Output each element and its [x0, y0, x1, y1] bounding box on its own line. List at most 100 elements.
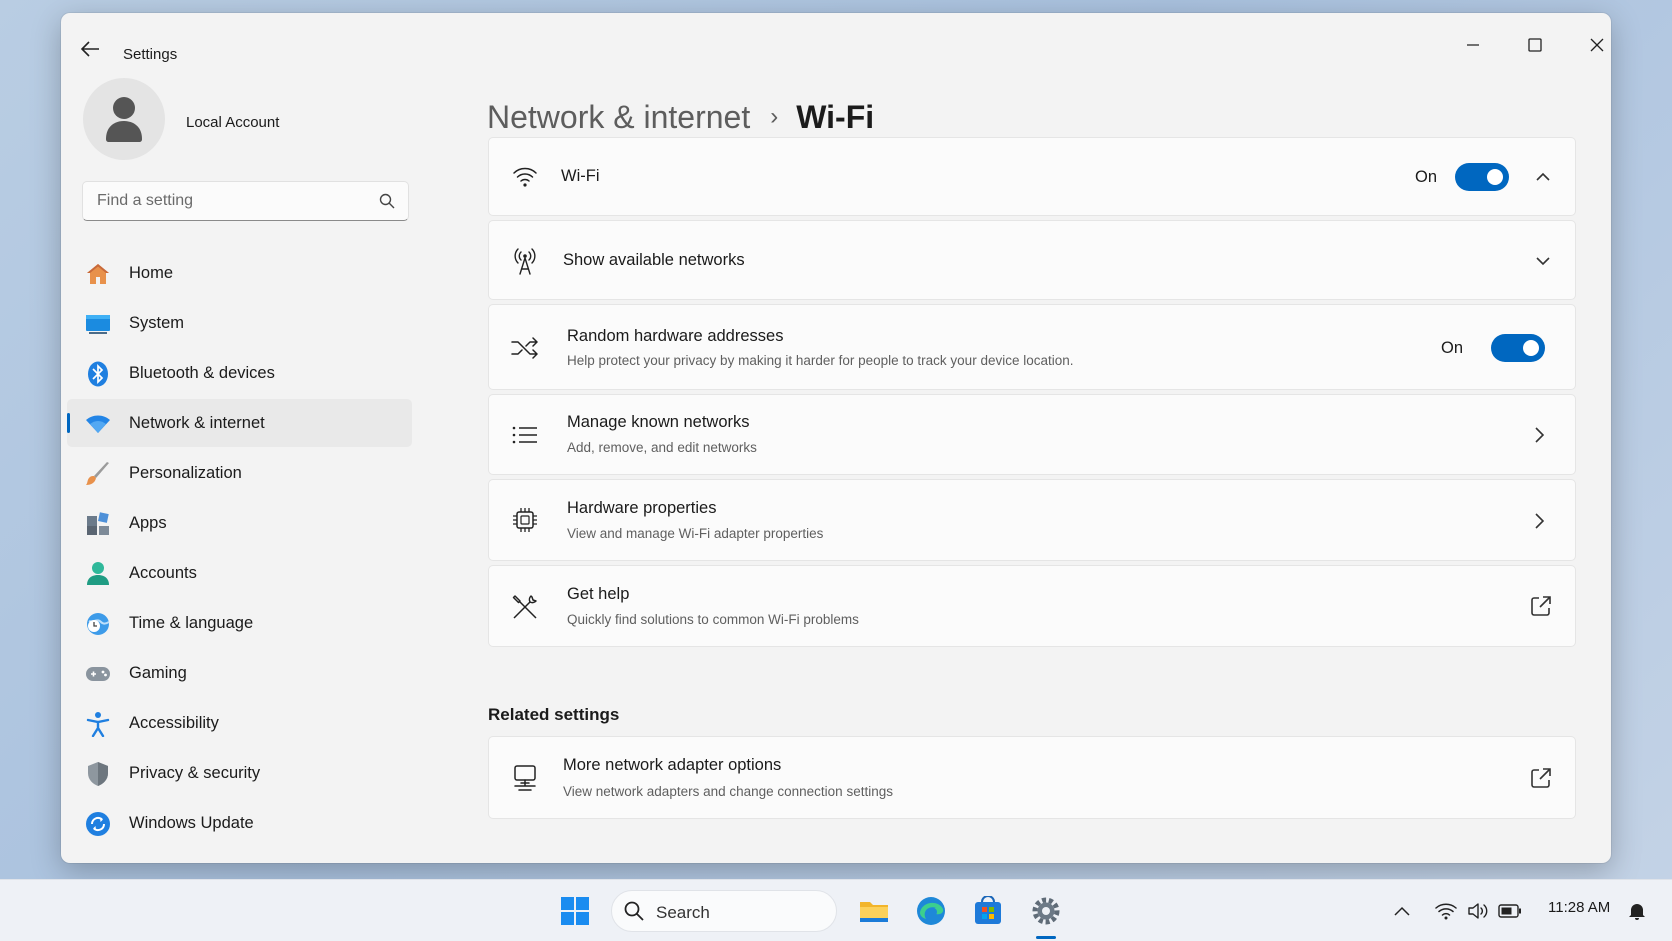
sidebar-item-accounts[interactable]: Accounts: [67, 549, 412, 597]
close-icon: [1590, 38, 1604, 52]
taskbar-search-label: Search: [656, 903, 710, 922]
open-external-icon[interactable]: [1529, 766, 1553, 790]
settings-window: Settings Local Account Find a setting Ho…: [61, 13, 1611, 863]
shield-icon: [85, 761, 111, 787]
hardware-properties-card[interactable]: Hardware properties View and manage Wi-F…: [488, 479, 1576, 561]
chevron-down-icon[interactable]: [1533, 251, 1553, 271]
breadcrumb-parent-link[interactable]: Network & internet: [487, 99, 750, 136]
search-input[interactable]: [83, 182, 408, 220]
open-external-icon[interactable]: [1529, 594, 1553, 618]
more-adapter-options-title: More network adapter options: [563, 756, 782, 774]
sidebar-item-system[interactable]: System: [67, 299, 412, 347]
network-adapter-icon: [511, 764, 539, 792]
wifi-controls: On: [1415, 163, 1553, 191]
update-icon: [85, 811, 111, 837]
random-hardware-toggle[interactable]: [1491, 334, 1545, 362]
sidebar-item-label: Apps: [129, 513, 167, 532]
manage-known-networks-title: Manage known networks: [567, 413, 750, 431]
brush-icon: [85, 461, 111, 487]
sidebar-item-label: Accessibility: [129, 713, 219, 732]
minimize-button[interactable]: [1450, 25, 1496, 65]
app-title: Settings: [123, 46, 178, 63]
clock[interactable]: 11:28 AM: [1548, 899, 1610, 916]
back-button[interactable]: [79, 39, 103, 59]
sidebar-item-accessibility[interactable]: Accessibility: [67, 699, 412, 747]
get-help-card[interactable]: Get help Quickly find solutions to commo…: [488, 565, 1576, 647]
title-bar: Settings: [61, 13, 1611, 69]
taskbar-search[interactable]: Search: [611, 890, 837, 932]
wifi-signal-icon: [511, 163, 539, 191]
battery-icon[interactable]: [1498, 900, 1522, 922]
close-button[interactable]: [1574, 25, 1611, 65]
antenna-icon: [511, 247, 539, 275]
get-help-title: Get help: [567, 585, 630, 603]
random-hardware-title: Random hardware addresses: [567, 327, 784, 345]
hardware-properties-subtitle: View and manage Wi-Fi adapter properties: [567, 526, 824, 541]
sidebar-item-home[interactable]: Home: [67, 249, 412, 297]
search-icon: [624, 901, 644, 926]
edge-browser-icon[interactable]: [914, 894, 948, 928]
active-app-indicator: [1036, 936, 1056, 939]
microsoft-store-icon[interactable]: [971, 894, 1005, 928]
sidebar-item-network[interactable]: Network & internet: [67, 399, 412, 447]
search-icon[interactable]: [379, 193, 395, 214]
sidebar-item-time-language[interactable]: Time & language: [67, 599, 412, 647]
wifi-toggle-card[interactable]: Wi-Fi On: [488, 137, 1576, 216]
settings-search[interactable]: [82, 181, 409, 221]
shuffle-icon: [511, 334, 539, 362]
notification-bell-icon[interactable]: [1625, 900, 1649, 922]
accessibility-icon: [85, 711, 111, 737]
sidebar-item-label: Home: [129, 263, 174, 282]
maximize-icon: [1528, 38, 1542, 52]
settings-gear-icon[interactable]: [1029, 894, 1063, 928]
file-explorer-icon[interactable]: [857, 894, 891, 928]
start-button[interactable]: [558, 894, 592, 928]
random-hardware-state-label: On: [1440, 338, 1463, 357]
page-title: Wi-Fi: [796, 98, 875, 135]
show-available-networks-card[interactable]: Show available networks: [488, 220, 1576, 300]
wifi-toggle[interactable]: [1455, 163, 1509, 191]
globe-clock-icon: [85, 611, 111, 637]
more-network-adapter-options-card[interactable]: More network adapter options View networ…: [488, 736, 1576, 819]
related-settings-header: Related settings: [488, 705, 620, 724]
apps-icon: [85, 511, 111, 537]
manage-known-networks-card[interactable]: Manage known networks Add, remove, and e…: [488, 394, 1576, 475]
sidebar-item-personalization[interactable]: Personalization: [67, 449, 412, 497]
wifi-icon: [85, 411, 111, 437]
sidebar-item-label: Bluetooth & devices: [129, 363, 275, 382]
system-icon: [85, 311, 111, 337]
available-controls: [1533, 251, 1553, 271]
profile-name: Local Account: [186, 114, 280, 131]
sidebar-item-label: Privacy & security: [129, 763, 261, 782]
back-arrow-icon: [80, 41, 99, 57]
known-controls: [1529, 425, 1549, 445]
bluetooth-icon: [85, 361, 111, 387]
sidebar-item-label: Personalization: [129, 463, 242, 482]
volume-icon[interactable]: [1466, 900, 1490, 922]
wifi-tray-icon[interactable]: [1434, 900, 1458, 922]
maximize-button[interactable]: [1512, 25, 1558, 65]
chevron-right-icon[interactable]: [1529, 511, 1549, 531]
sidebar-item-gaming[interactable]: Gaming: [67, 649, 412, 697]
profile-card[interactable]: Local Account: [83, 78, 403, 162]
chevron-up-icon[interactable]: [1533, 167, 1553, 187]
chevron-right-icon[interactable]: [1529, 425, 1549, 445]
wifi-title: Wi-Fi: [561, 167, 600, 185]
more-adapter-options-subtitle: View network adapters and change connect…: [563, 784, 893, 799]
chevron-up-icon[interactable]: [1390, 900, 1414, 922]
avatar: [83, 78, 165, 160]
sidebar-item-label: System: [129, 313, 185, 332]
sidebar-item-bluetooth[interactable]: Bluetooth & devices: [67, 349, 412, 397]
manage-known-networks-subtitle: Add, remove, and edit networks: [567, 440, 757, 455]
sidebar-item-label: Windows Update: [129, 813, 254, 832]
breadcrumb: Network & internet › Wi-Fi: [487, 95, 874, 139]
sidebar-item-windows-update[interactable]: Windows Update: [67, 799, 412, 847]
sidebar-item-label: Time & language: [129, 613, 254, 632]
sidebar-item-apps[interactable]: Apps: [67, 499, 412, 547]
windows-logo-icon: [561, 897, 589, 925]
sidebar-item-privacy[interactable]: Privacy & security: [67, 749, 412, 797]
sidebar-item-label: Accounts: [129, 563, 197, 582]
accounts-icon: [85, 561, 111, 587]
sidebar-item-label: Gaming: [129, 663, 187, 682]
chip-icon: [511, 506, 539, 534]
